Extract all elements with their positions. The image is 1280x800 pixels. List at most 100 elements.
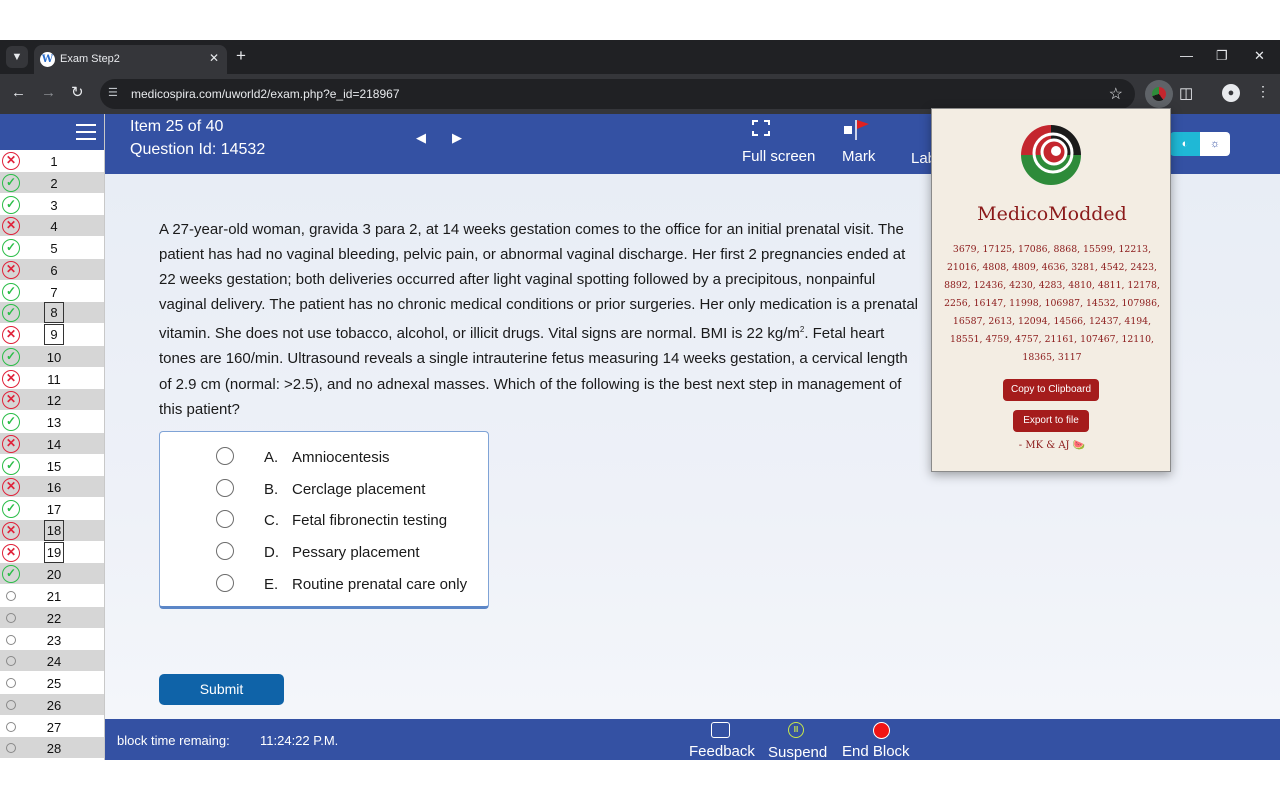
suspend-button[interactable]: Suspend — [768, 744, 827, 760]
question-list-item[interactable]: ✕ 12 — [0, 389, 104, 411]
question-list-item[interactable]: 22 — [0, 606, 104, 629]
unanswered-icon — [6, 721, 16, 732]
next-question-icon[interactable]: ▶ — [452, 130, 462, 146]
address-bar[interactable]: ☰ medicospira.com/uworld2/exam.php?e_id=… — [100, 79, 1135, 109]
tab-search-button[interactable]: ▼ — [6, 46, 28, 68]
choice-text[interactable]: Pessary placement — [292, 544, 420, 561]
answer-choice[interactable]: D. Pessary placement — [160, 539, 490, 569]
question-list-item[interactable]: ✓ 13 — [0, 411, 104, 433]
pause-icon[interactable]: II — [788, 722, 804, 738]
feedback-button[interactable]: Feedback — [689, 743, 755, 760]
close-tab-icon[interactable]: ✕ — [209, 51, 219, 65]
question-sidebar: ✕ 1 ✓ 2 ✓ 3 ✕ 4 ✓ 5 ✕ 6 ✓ 7 ✓ 8 ✕ 9 ✓ 10 ✕ 11 ✕ 12 ✓ 13 ✕ 14 ✓ 15 ✕ 16 ✓… — [0, 114, 105, 760]
window-close-icon[interactable]: ✕ — [1254, 48, 1265, 64]
question-list-item[interactable]: 27 — [0, 715, 104, 738]
contrast-icon[interactable]: ◐ — [1170, 132, 1200, 156]
incorrect-icon: ✕ — [2, 521, 20, 540]
tab-exam-step2[interactable]: W Exam Step2 ✕ — [34, 45, 227, 74]
end-block-button[interactable]: End Block — [842, 743, 910, 760]
choice-text[interactable]: Fetal fibronectin testing — [292, 512, 447, 529]
question-list: ✕ 1 ✓ 2 ✓ 3 ✕ 4 ✓ 5 ✕ 6 ✓ 7 ✓ 8 ✕ 9 ✓ 10 ✕ 11 ✕ 12 ✓ 13 ✕ 14 ✓ 15 ✕ 16 ✓… — [0, 150, 104, 759]
radio-button[interactable] — [216, 478, 234, 497]
flag-icon[interactable] — [844, 120, 870, 140]
reload-icon[interactable]: ↻ — [71, 84, 84, 102]
correct-icon: ✓ — [2, 565, 20, 584]
question-list-item[interactable]: ✕ 1 — [0, 150, 104, 172]
radio-button[interactable] — [216, 573, 234, 592]
question-list-item[interactable]: ✕ 16 — [0, 476, 104, 498]
block-time-label: block time remaing: — [117, 733, 230, 748]
question-list-item[interactable]: 25 — [0, 672, 104, 694]
question-list-item[interactable]: 23 — [0, 628, 104, 651]
browser-menu-icon[interactable]: ⋮ — [1256, 83, 1270, 100]
wordpress-icon: W — [40, 52, 55, 67]
choice-text[interactable]: Cerclage placement — [292, 481, 425, 498]
minimize-icon[interactable]: — — [1180, 48, 1193, 63]
answer-choice[interactable]: B. Cerclage placement — [160, 476, 490, 506]
speech-bubble-icon[interactable] — [711, 722, 730, 738]
question-list-item[interactable]: ✓ 7 — [0, 280, 104, 303]
profile-icon[interactable]: ● — [1222, 84, 1240, 102]
question-list-item[interactable]: ✓ 5 — [0, 237, 104, 259]
radio-button[interactable] — [216, 510, 234, 529]
question-list-item[interactable]: ✕ 19 — [0, 541, 104, 564]
question-number: 10 — [46, 349, 62, 365]
answer-choice[interactable]: E. Routine prenatal care only — [160, 571, 490, 601]
red-circle-icon[interactable] — [873, 722, 890, 739]
mark-label[interactable]: Mark — [842, 148, 875, 165]
question-list-item[interactable]: ✕ 6 — [0, 258, 104, 281]
question-list-item[interactable]: ✓ 2 — [0, 171, 104, 194]
choice-text[interactable]: Routine prenatal care only — [292, 576, 467, 593]
previous-question-icon[interactable]: ◀ — [416, 130, 426, 146]
question-list-item[interactable]: ✓ 17 — [0, 498, 104, 520]
choice-text[interactable]: Amniocentesis — [292, 449, 390, 466]
question-number: 23 — [46, 632, 62, 648]
incorrect-icon: ✕ — [2, 217, 20, 236]
radio-button[interactable] — [216, 542, 234, 561]
question-list-item[interactable]: ✕ 14 — [0, 432, 104, 455]
tab-strip: ▼ W Exam Step2 ✕ + — ❐ ✕ — [0, 40, 1280, 74]
hamburger-menu-icon[interactable] — [76, 124, 96, 140]
url-text[interactable]: medicospira.com/uworld2/exam.php?e_id=21… — [131, 87, 400, 101]
medicomodded-extension-icon[interactable] — [1145, 80, 1173, 108]
forward-icon[interactable]: → — [41, 84, 56, 102]
theme-toggle[interactable]: ◐ ☼ — [1170, 132, 1230, 156]
sun-icon[interactable]: ☼ — [1200, 132, 1230, 156]
restore-icon[interactable]: ❐ — [1216, 48, 1228, 64]
question-list-item[interactable]: ✕ 4 — [0, 215, 104, 237]
fullscreen-label[interactable]: Full screen — [742, 148, 815, 165]
question-list-item[interactable]: ✓ 3 — [0, 193, 104, 216]
answer-choices: A. Amniocentesis B. Cerclage placement C. Fet… — [159, 431, 489, 609]
new-tab-button[interactable]: + — [236, 46, 246, 66]
sidebar-header — [0, 114, 104, 150]
question-list-item[interactable]: 24 — [0, 650, 104, 672]
correct-icon: ✓ — [2, 456, 20, 475]
question-list-item[interactable]: ✕ 9 — [0, 324, 104, 346]
question-number: 11 — [47, 371, 61, 387]
question-list-item[interactable]: 28 — [0, 737, 104, 759]
answer-choice[interactable]: A. Amniocentesis — [160, 444, 490, 474]
incorrect-icon: ✕ — [2, 391, 20, 410]
medicomodded-logo — [1021, 125, 1081, 185]
extensions-puzzle-icon[interactable]: ◫ — [1179, 84, 1193, 102]
submit-button[interactable]: Submit — [159, 674, 284, 705]
question-number: 8 — [44, 302, 64, 324]
question-list-item[interactable]: 21 — [0, 585, 104, 607]
unanswered-icon — [6, 591, 16, 601]
question-list-item[interactable]: 26 — [0, 693, 104, 716]
back-icon[interactable]: ← — [11, 84, 26, 102]
question-number: 18 — [44, 519, 64, 541]
question-list-item[interactable]: ✓ 15 — [0, 454, 104, 477]
question-list-item[interactable]: ✓ 20 — [0, 563, 104, 585]
bookmark-star-icon[interactable]: ☆ — [1109, 84, 1123, 104]
fullscreen-icon[interactable] — [752, 120, 770, 136]
question-list-item[interactable]: ✓ 8 — [0, 302, 104, 324]
copy-to-clipboard-button[interactable]: Copy to Clipboard — [1003, 379, 1099, 401]
question-list-item[interactable]: ✕ 18 — [0, 519, 104, 542]
site-info-icon[interactable]: ☰ — [108, 86, 118, 99]
question-list-item[interactable]: ✕ 11 — [0, 367, 104, 390]
question-list-item[interactable]: ✓ 10 — [0, 345, 104, 368]
radio-button[interactable] — [216, 447, 234, 465]
answer-choice[interactable]: C. Fetal fibronectin testing — [160, 507, 490, 537]
export-to-file-button[interactable]: Export to file — [1013, 410, 1089, 432]
